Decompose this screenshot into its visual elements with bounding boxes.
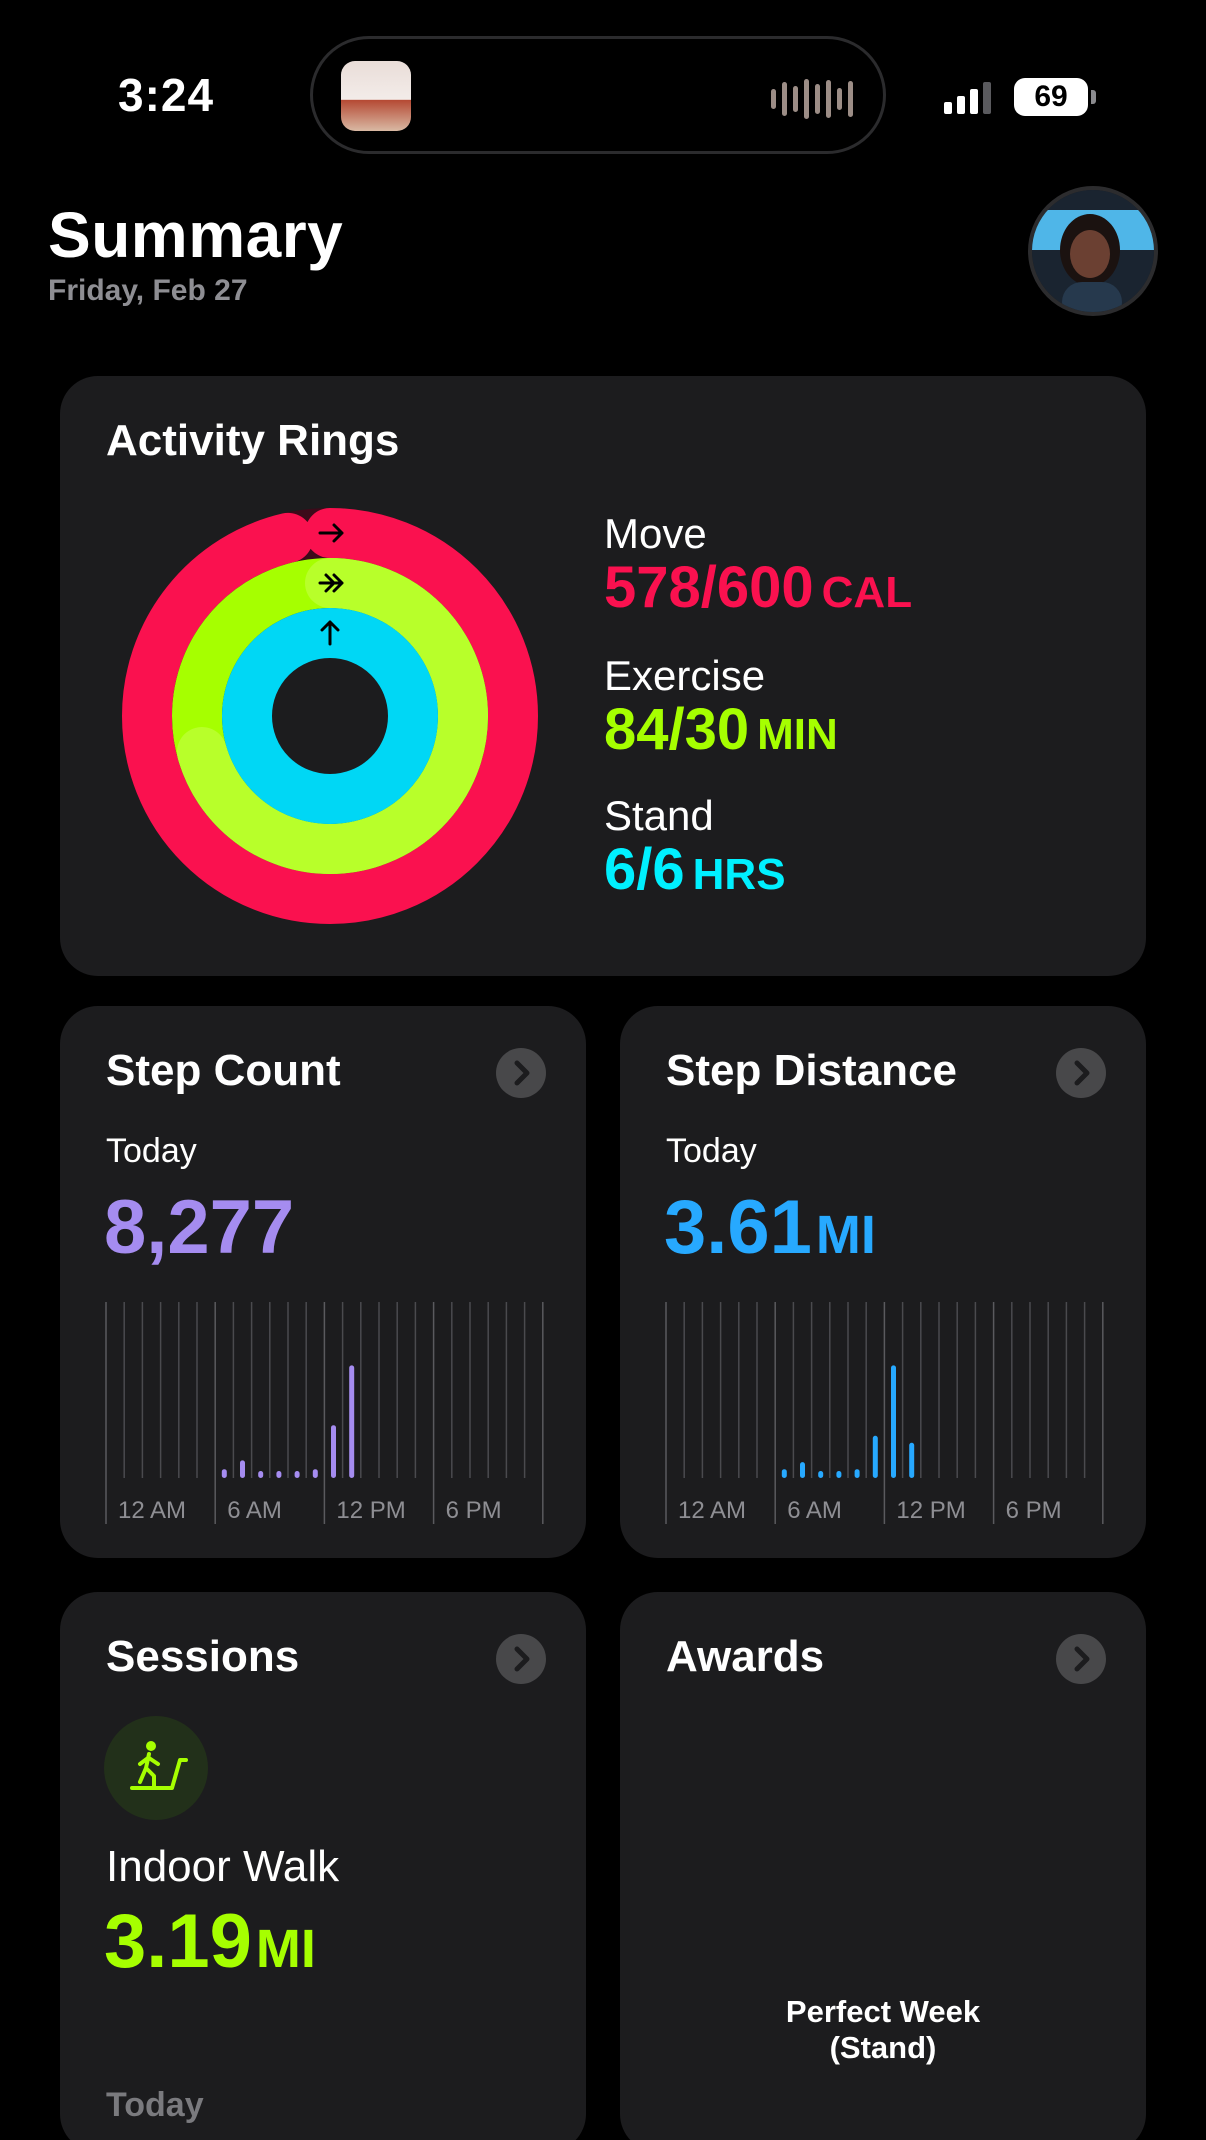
battery-indicator: 69 — [1014, 78, 1088, 116]
cellular-signal-icon — [944, 82, 991, 114]
step-count-bar — [276, 1470, 282, 1478]
sessions-chevron-icon[interactable] — [496, 1634, 546, 1684]
step-count-period: Today — [106, 1132, 197, 1170]
step-distance-period: Today — [666, 1132, 757, 1170]
step-distance-tick-label: 6 AM — [787, 1497, 842, 1524]
step-count-bar — [240, 1460, 245, 1478]
sessions-card[interactable]: Sessions Indoor Walk 3.19MI Today — [60, 1592, 586, 2140]
step-count-tick-label: 6 PM — [446, 1497, 502, 1524]
step-count-bar — [312, 1469, 318, 1478]
step-distance-bar — [818, 1470, 824, 1478]
move-label: Move — [604, 510, 707, 557]
move-value: 578/600 CAL — [604, 555, 913, 620]
step-distance-card[interactable]: Step Distance Today 3.61MI 12 AM 6 AM 12 P… — [620, 1006, 1146, 1558]
step-count-bar — [294, 1470, 300, 1478]
step-count-card[interactable]: Step Count Today 8,277 12 AM 6 AM 12 PM 6 P… — [60, 1006, 586, 1558]
award-name: Perfect Week (Stand) — [620, 1994, 1146, 2066]
exercise-value: 84/30 MIN — [604, 697, 838, 762]
step-distance-value: 3.61MI — [664, 1185, 876, 1270]
audio-waveform-icon — [771, 77, 853, 121]
step-distance-tick-label: 12 AM — [678, 1497, 746, 1524]
step-count-tick-label: 6 AM — [227, 1497, 282, 1524]
battery-tip — [1091, 90, 1096, 104]
status-time: 3:24 — [118, 69, 215, 121]
sessions-title: Sessions — [106, 1632, 300, 1681]
session-name: Indoor Walk — [106, 1842, 340, 1891]
step-count-bar — [221, 1469, 227, 1478]
page-date: Friday, Feb 27 — [48, 274, 248, 307]
session-date: Today — [106, 2086, 204, 2124]
awards-chevron-icon[interactable] — [1056, 1634, 1106, 1684]
step-distance-bar — [891, 1365, 896, 1478]
stand-label: Stand — [604, 792, 714, 839]
exercise-label: Exercise — [604, 652, 766, 699]
step-distance-bar — [872, 1435, 878, 1478]
step-distance-chart: 12 AM 6 AM 12 PM 6 PM — [665, 1302, 1104, 1524]
step-count-chevron-icon[interactable] — [496, 1048, 546, 1098]
step-count-bar — [349, 1365, 355, 1478]
step-count-title: Step Count — [106, 1046, 341, 1095]
profile-avatar[interactable] — [1028, 186, 1158, 316]
step-distance-tick-label: 12 PM — [896, 1497, 965, 1524]
page-title: Summary — [48, 199, 344, 271]
session-distance: 3.19MI — [104, 1899, 316, 1984]
step-distance-bar — [836, 1470, 842, 1478]
step-count-bar — [331, 1425, 336, 1478]
awards-title: Awards — [666, 1632, 825, 1681]
stand-value: 6/6 HRS — [604, 837, 786, 902]
step-count-value: 8,277 — [104, 1185, 295, 1270]
activity-rings-graphic — [122, 508, 538, 924]
award-line-1: Perfect Week — [785, 1994, 981, 2029]
step-distance-tick-label: 6 PM — [1006, 1497, 1062, 1524]
step-count-bar — [258, 1470, 264, 1478]
dynamic-island[interactable] — [310, 36, 886, 154]
step-count-tick-label: 12 AM — [118, 1497, 186, 1524]
step-count-chart: 12 AM 6 AM 12 PM 6 PM — [105, 1302, 544, 1524]
treadmill-walker-icon — [104, 1716, 208, 1820]
award-line-2: (Stand) — [829, 2030, 937, 2065]
activity-rings-title: Activity Rings — [106, 416, 400, 465]
step-distance-bar — [854, 1469, 860, 1478]
step-distance-chevron-icon[interactable] — [1056, 1048, 1106, 1098]
activity-rings-card[interactable]: Activity Rings Move 578/600 CAL Exercise … — [60, 376, 1146, 976]
step-distance-bar — [781, 1469, 787, 1478]
awards-card[interactable]: Awards Perfect Week (Stand) — [620, 1592, 1146, 2140]
step-distance-bar — [800, 1462, 805, 1478]
step-count-tick-label: 12 PM — [336, 1497, 405, 1524]
stand-ring — [222, 608, 438, 824]
now-playing-artwork — [341, 61, 411, 131]
step-distance-title: Step Distance — [666, 1046, 957, 1095]
step-distance-bar — [909, 1442, 915, 1478]
